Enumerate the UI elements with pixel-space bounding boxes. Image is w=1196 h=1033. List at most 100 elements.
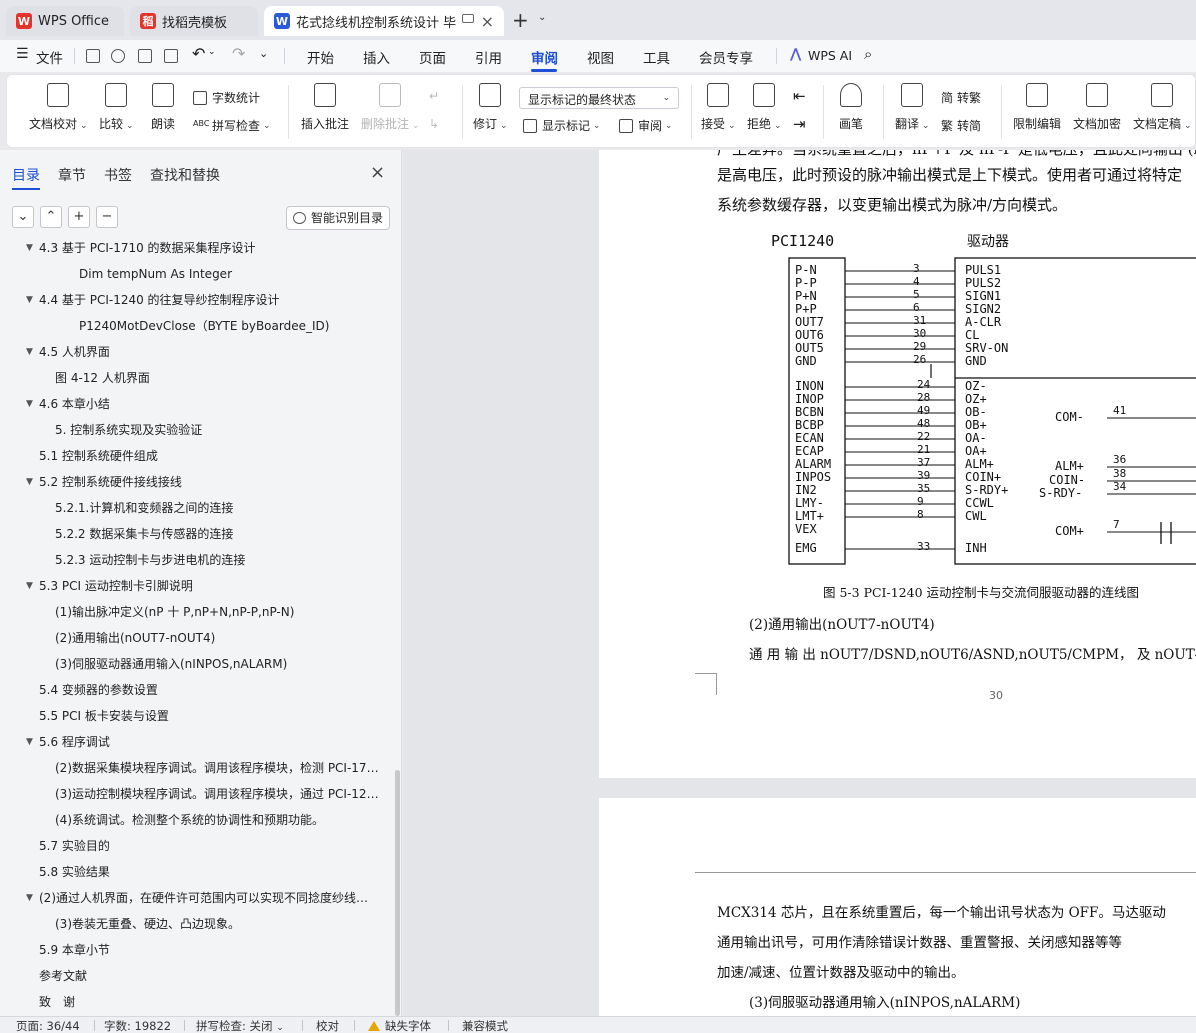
toc-item[interactable]: 5.9 本章小节: [39, 937, 380, 963]
close-icon[interactable]: ×: [370, 162, 385, 183]
toc-item[interactable]: 5.7 实验目的: [39, 833, 380, 859]
expand-toggle-icon[interactable]: ▼: [26, 885, 33, 911]
menu-wps-ai[interactable]: WPS AI: [808, 48, 852, 63]
accept-button[interactable]: 接受 ⌄: [701, 83, 736, 132]
more-icon[interactable]: ⌄: [259, 47, 268, 60]
toc-item[interactable]: 5.8 实验结果: [39, 859, 380, 885]
menu-page[interactable]: 页面: [419, 47, 446, 67]
markup-state-select[interactable]: 显示标记的最终状态 ⌄: [519, 87, 679, 109]
toc-item[interactable]: 4.4 基于 PCI-1240 的往复导纱控制程序设计: [39, 287, 380, 313]
tab-docer-templates[interactable]: 稻 找稻壳模板: [130, 6, 258, 36]
show-markup-button[interactable]: 显示标记 ⌄: [523, 117, 601, 134]
chevron-down-icon[interactable]: ⌄: [538, 12, 546, 23]
missing-font-status[interactable]: 缺失字体: [368, 1018, 431, 1033]
menu-home[interactable]: 开始: [307, 47, 334, 67]
spell-check-status[interactable]: 拼写检查: 关闭 ⌄: [196, 1018, 284, 1033]
prev-change-icon[interactable]: ⇤: [793, 87, 806, 105]
proofread-status[interactable]: 校对: [316, 1018, 339, 1033]
expand-toggle-icon[interactable]: ▼: [26, 729, 33, 755]
compare-button[interactable]: 比较 ⌄: [99, 83, 134, 132]
nav-tab-toc[interactable]: 目录: [12, 165, 40, 185]
nav-tab-find-replace[interactable]: 查找和替换: [150, 165, 220, 185]
toc-item[interactable]: (2)通用输出(nOUT7-nOUT4): [55, 625, 380, 651]
toc-item[interactable]: 5.2 控制系统硬件接线接线: [39, 469, 380, 495]
toc-item[interactable]: (2)通过人机界面，在硬件许可范围内可以实现不同捻度纱线的 ...: [39, 885, 380, 911]
save-icon[interactable]: [86, 49, 100, 63]
toc-item[interactable]: Dim tempNum As Integer: [79, 261, 380, 287]
nav-tab-chapters[interactable]: 章节: [58, 165, 86, 185]
tab-wps-office[interactable]: W WPS Office: [6, 6, 124, 36]
toc-item[interactable]: 5.4 变频器的参数设置: [39, 677, 380, 703]
toc-item[interactable]: 5. 控制系统实现及实验验证: [55, 417, 380, 443]
print-preview-icon[interactable]: [164, 49, 178, 63]
tab-document[interactable]: W 花式捻线机控制系统设计 毕业 ×: [264, 6, 504, 36]
toc-item[interactable]: (4)系统调试。检测整个系统的协调性和预期功能。: [55, 807, 380, 833]
next-comment-icon[interactable]: ↳: [429, 117, 439, 131]
menu-view[interactable]: 视图: [587, 47, 614, 67]
read-aloud-button[interactable]: 朗读: [151, 83, 175, 132]
menu-member[interactable]: 会员专享: [699, 47, 753, 67]
expand-up-button[interactable]: ⌃: [40, 206, 62, 228]
toc-item[interactable]: (3)运动控制模块程序调试。调用该程序模块，通过 PCI-124 ...: [55, 781, 380, 807]
word-count-button[interactable]: 字数统计: [193, 89, 260, 106]
toc-item[interactable]: P1240MotDevClose（BYTE byBoardee_ID): [79, 313, 380, 339]
new-tab-icon[interactable]: +: [512, 8, 529, 32]
toc-item[interactable]: (3)卷装无重叠、硬边、凸边现象。: [55, 911, 380, 937]
search-icon[interactable]: ⌕: [864, 45, 872, 63]
insert-comment-button[interactable]: 插入批注: [301, 83, 349, 132]
to-simplified-button[interactable]: 繁 转简: [941, 117, 981, 134]
toc-item[interactable]: 5.6 程序调试: [39, 729, 380, 755]
reject-button[interactable]: 拒绝 ⌄: [747, 83, 782, 132]
expand-toggle-icon[interactable]: ▼: [26, 391, 33, 417]
toc-item[interactable]: 致 谢: [39, 989, 380, 1015]
to-traditional-button[interactable]: 简 转繁: [941, 89, 981, 106]
toc-item[interactable]: 5.2.1.计算机和变频器之间的连接: [55, 495, 380, 521]
menu-file[interactable]: 文件: [36, 47, 63, 67]
toc-item[interactable]: (3)伺服驱动器通用输入(nINPOS,nALARM): [55, 651, 380, 677]
next-change-icon[interactable]: ⇥: [793, 115, 806, 133]
close-tab-icon[interactable]: ×: [481, 12, 494, 31]
link-icon[interactable]: [111, 49, 125, 63]
toc-item[interactable]: 4.6 本章小结: [39, 391, 380, 417]
toc-item[interactable]: 5.1 控制系统硬件组成: [39, 443, 380, 469]
prev-comment-icon[interactable]: ↵: [429, 89, 439, 103]
toc-item[interactable]: 4.3 基于 PCI-1710 的数据采集程序设计: [39, 235, 380, 261]
redo-icon[interactable]: ↷: [232, 44, 245, 63]
toc-item[interactable]: 图 4-12 人机界面: [55, 365, 380, 391]
undo-dropdown-icon[interactable]: ⌄: [208, 47, 216, 57]
smart-toc-button[interactable]: 智能识别目录: [286, 206, 390, 230]
spell-check-button[interactable]: ABC 拼写检查 ⌄: [193, 117, 271, 134]
add-heading-button[interactable]: +: [68, 206, 90, 228]
scrollbar[interactable]: [395, 770, 400, 1016]
menu-review[interactable]: 审阅: [531, 47, 558, 67]
monitor-icon[interactable]: [462, 14, 474, 23]
revise-button[interactable]: 修订 ⌄: [473, 83, 508, 132]
toc-item[interactable]: (1)输出脉冲定义(nP 十 P,nP+N,nP-P,nP-N): [55, 599, 380, 625]
toc-item[interactable]: 5.3 PCI 运动控制卡引脚说明: [39, 573, 380, 599]
expand-toggle-icon[interactable]: ▼: [26, 469, 33, 495]
hamburger-icon[interactable]: ☰: [16, 46, 29, 62]
toc-item[interactable]: 参考文献: [39, 963, 380, 989]
undo-icon[interactable]: ↶: [192, 44, 205, 63]
print-icon[interactable]: [138, 49, 152, 63]
pen-button[interactable]: 画笔: [839, 83, 863, 132]
expand-toggle-icon[interactable]: ▼: [26, 339, 33, 365]
toc-item[interactable]: 5.2.3 运动控制卡与步进电机的连接: [55, 547, 380, 573]
remove-heading-button[interactable]: −: [96, 206, 118, 228]
toc-item[interactable]: 5.5 PCI 板卡安装与设置: [39, 703, 380, 729]
menu-reference[interactable]: 引用: [475, 47, 502, 67]
toc-item[interactable]: 5.2.2 数据采集卡与传感器的连接: [55, 521, 380, 547]
document-page[interactable]: 产生差异。当系统重置之后，nP+P 及 nP-P 是低电压，且此处同输出 (n …: [599, 150, 1196, 778]
nav-tab-bookmarks[interactable]: 书签: [104, 165, 132, 185]
expand-toggle-icon[interactable]: ▼: [26, 235, 33, 261]
translate-button[interactable]: 翻译 ⌄: [895, 83, 930, 132]
expand-toggle-icon[interactable]: ▼: [26, 287, 33, 313]
doc-proof-button[interactable]: 文档校对 ⌄: [29, 83, 88, 132]
toc-item[interactable]: (2)数据采集模块程序调试。调用该程序模块，检测 PCI-171 ...: [55, 755, 380, 781]
restrict-edit-button[interactable]: 限制编辑: [1013, 83, 1061, 132]
page-indicator[interactable]: 页面: 36/44: [16, 1018, 80, 1033]
collapse-all-button[interactable]: ⌄: [12, 206, 34, 228]
delete-comment-button[interactable]: 删除批注 ⌄: [361, 83, 420, 132]
menu-insert[interactable]: 插入: [363, 47, 390, 67]
review-pane-button[interactable]: 审阅 ⌄: [619, 117, 673, 134]
